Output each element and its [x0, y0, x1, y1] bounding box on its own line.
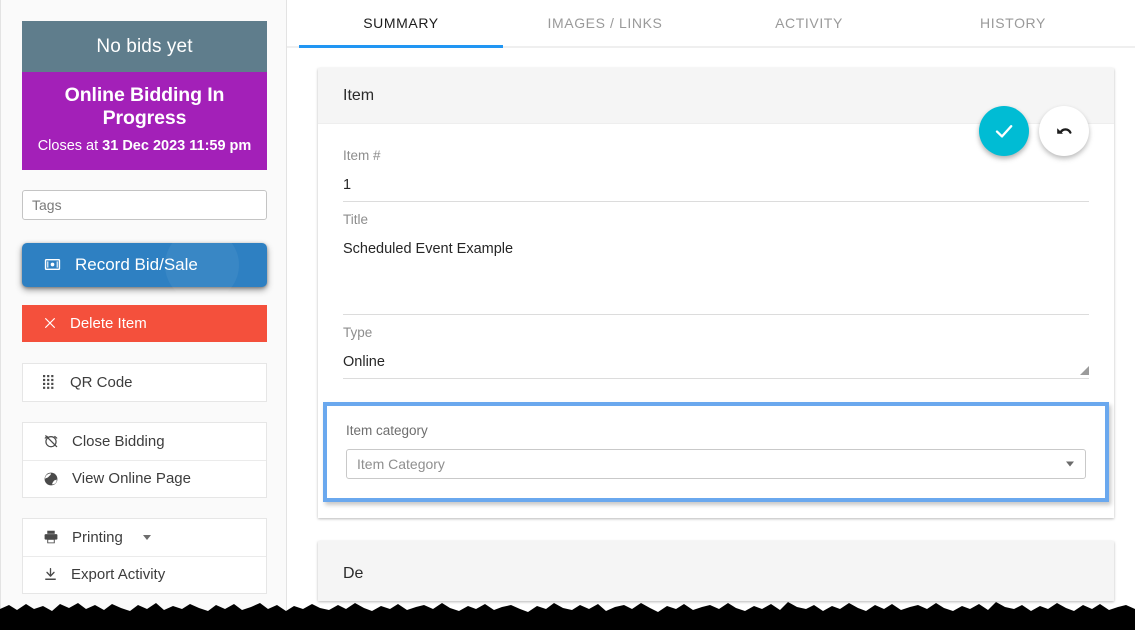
close-x-icon [43, 316, 57, 330]
item-category-selected-value: Item Category [357, 456, 445, 472]
bidding-actions-group: Close Bidding View Online Page [22, 422, 267, 498]
type-field: Type Online [343, 315, 1089, 379]
printing-label: Printing [72, 529, 123, 546]
title-input[interactable]: Scheduled Event Example [343, 241, 1089, 315]
tab-images-links[interactable]: IMAGES / LINKS [503, 0, 707, 48]
type-label: Type [343, 325, 1089, 340]
summary-scroll-area[interactable]: Item Item # 1 Title Scheduled Event Exam… [287, 48, 1135, 630]
undo-changes-button[interactable] [1039, 106, 1089, 156]
download-icon [43, 567, 58, 582]
type-value: Online [343, 354, 385, 370]
view-online-page-button[interactable]: View Online Page [23, 460, 266, 497]
item-card-body: Item # 1 Title Scheduled Event Example T… [318, 124, 1114, 518]
tab-images-links-label: IMAGES / LINKS [548, 15, 663, 31]
title-label: Title [343, 212, 1089, 227]
qr-code-group: QR Code [22, 363, 267, 402]
item-category-label: Item category [346, 423, 1086, 438]
item-number-label: Item # [343, 148, 1089, 163]
save-item-button[interactable] [979, 106, 1029, 156]
chevron-down-icon [1066, 462, 1074, 467]
item-category-field: Item category Item Category [323, 402, 1109, 502]
next-card-title: De [343, 565, 363, 582]
tab-activity[interactable]: ACTIVITY [707, 0, 911, 48]
money-bill-icon [44, 256, 61, 273]
undo-arrow-icon [1052, 119, 1076, 143]
app-root: No bids yet Online Bidding In Progress C… [0, 0, 1135, 630]
bidding-closes-at: Closes at 31 Dec 2023 11:59 pm [28, 138, 261, 154]
resize-handle-icon[interactable] [1080, 366, 1089, 375]
record-bid-sale-label: Record Bid/Sale [75, 255, 198, 275]
qr-code-icon [43, 375, 57, 389]
tab-summary-label: SUMMARY [363, 15, 439, 31]
main-content: SUMMARY IMAGES / LINKS ACTIVITY HISTORY … [287, 0, 1135, 630]
bid-count-banner: No bids yet [22, 21, 267, 72]
tools-group: Printing Export Activity [22, 518, 267, 594]
view-online-page-label: View Online Page [72, 470, 191, 487]
qr-code-label: QR Code [70, 374, 133, 391]
tab-summary[interactable]: SUMMARY [299, 0, 503, 48]
bidding-state-banner: Online Bidding In Progress Closes at 31 … [22, 72, 267, 170]
item-number-input[interactable]: 1 [343, 177, 1089, 202]
item-category-select[interactable]: Item Category [346, 449, 1086, 479]
printer-icon [43, 529, 59, 545]
tab-activity-label: ACTIVITY [775, 15, 843, 31]
tab-history[interactable]: HISTORY [911, 0, 1115, 48]
bidding-state-headline: Online Bidding In Progress [28, 84, 261, 131]
next-card-partial: De [318, 541, 1114, 601]
title-field: Title Scheduled Event Example [343, 202, 1089, 315]
tags-input[interactable] [22, 190, 267, 220]
item-card-actions [979, 106, 1089, 156]
closes-datetime: 31 Dec 2023 11:59 pm [102, 138, 251, 154]
printing-menu-button[interactable]: Printing [23, 519, 266, 556]
tab-history-label: HISTORY [980, 15, 1046, 31]
delete-item-label: Delete Item [70, 315, 147, 332]
bidding-status-card: No bids yet Online Bidding In Progress C… [22, 21, 267, 170]
sidebar: No bids yet Online Bidding In Progress C… [0, 0, 287, 630]
type-input[interactable]: Online [343, 354, 1089, 379]
qr-code-button[interactable]: QR Code [23, 364, 266, 401]
delete-item-button[interactable]: Delete Item [22, 305, 267, 342]
closes-prefix: Closes at [38, 138, 102, 154]
check-icon [992, 119, 1016, 143]
close-bidding-label: Close Bidding [72, 433, 165, 450]
close-bidding-button[interactable]: Close Bidding [23, 423, 266, 460]
item-card: Item Item # 1 Title Scheduled Event Exam… [318, 68, 1114, 518]
export-activity-label: Export Activity [71, 566, 165, 583]
tab-bar: SUMMARY IMAGES / LINKS ACTIVITY HISTORY [287, 0, 1135, 48]
item-number-field: Item # 1 [343, 138, 1089, 202]
globe-icon [43, 471, 59, 487]
export-activity-button[interactable]: Export Activity [23, 556, 266, 593]
item-card-title: Item [343, 87, 374, 105]
record-bid-sale-button[interactable]: Record Bid/Sale [22, 243, 267, 287]
alarm-off-icon [43, 433, 59, 449]
chevron-down-icon [143, 535, 151, 540]
